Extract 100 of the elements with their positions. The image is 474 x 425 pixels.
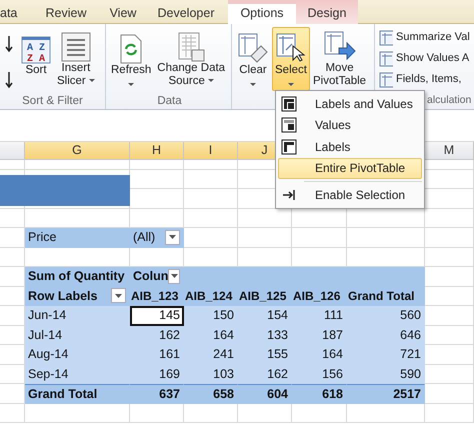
value-cell: 145 [130, 306, 184, 326]
row-label-cell: Jun-14 [25, 306, 130, 326]
value-cell: 164 [292, 345, 347, 364]
column-header-cell: AIB_125 [238, 286, 292, 306]
sheet-cell [425, 248, 474, 267]
grand-total-cell: 658 [184, 384, 238, 404]
grand-total-cell: 604 [238, 384, 292, 404]
column-header-cell: Grand Total [347, 286, 425, 306]
table-icon [379, 72, 393, 88]
column-header-cell: AIB_123 [130, 286, 184, 306]
arrow-icon [322, 30, 357, 62]
caret-icon [170, 274, 178, 278]
menu-item[interactable]: Values [278, 114, 422, 136]
caret-icon [115, 294, 122, 298]
sheet-cell [184, 404, 238, 423]
filter-dropdown-button[interactable] [168, 268, 180, 284]
sheet-cell [425, 267, 474, 286]
sheet-cell [425, 306, 474, 326]
sheet-cell [184, 170, 238, 189]
filter-value: (All) [133, 231, 156, 244]
cursor-icon [275, 32, 307, 64]
value-cell: 187 [292, 326, 347, 345]
grand-total-cell: 2517 [347, 384, 425, 404]
column-header[interactable]: G [25, 142, 130, 160]
ribbon-tab[interactable]: Review [45, 0, 87, 24]
value-cell: 156 [292, 364, 347, 384]
menu-item[interactable]: Enable Selection [278, 184, 422, 206]
move-pivottable-button[interactable]: Move PivotTable [310, 27, 370, 91]
grand-total-cell: 637 [130, 384, 184, 404]
sheet-cell [292, 228, 347, 248]
sheet-cell [425, 208, 474, 228]
row-label-cell: Sep-14 [25, 364, 130, 384]
group-label: alculation [427, 94, 472, 106]
table-icon [379, 30, 393, 46]
sheet-cell [425, 364, 474, 384]
menu-item[interactable]: Labels and Values [278, 93, 422, 114]
ribbon-tab[interactable]: Developer [156, 0, 216, 24]
sheet-cell [238, 404, 292, 423]
ribbon-button[interactable]: Summarize Val [377, 27, 472, 48]
caret-icon [169, 235, 176, 240]
refresh-button[interactable]: Refresh [108, 27, 154, 91]
eraser-icon [237, 32, 269, 64]
ribbon-tab[interactable]: View [108, 0, 138, 24]
value-cell: 590 [347, 364, 425, 384]
clear-button[interactable]: Clear [234, 27, 272, 91]
slicer-icon [60, 32, 91, 62]
sheet-cell [292, 404, 347, 423]
value-cell: 241 [184, 345, 238, 364]
group-label: Sort & Filter [22, 95, 83, 107]
ribbon-tab[interactable]: Design [296, 0, 358, 24]
value-cell: 161 [130, 345, 184, 364]
group-label: Data [157, 95, 182, 107]
sheet-cell [425, 345, 474, 364]
value-cell: 646 [347, 326, 425, 345]
value-cell: 150 [184, 306, 238, 326]
labels-layout-icon [281, 138, 297, 155]
menu-item[interactable]: Entire PivotTable [278, 158, 422, 179]
row-labels-header: Row Labels [28, 290, 98, 302]
filter-dropdown-button[interactable] [165, 230, 180, 245]
sort-icon: A Z Z A [21, 36, 51, 64]
sheet-cell [0, 404, 25, 423]
column-header-cell: AIB_126 [292, 286, 347, 306]
filter-field-label: Price [25, 228, 130, 248]
sheet-cell [425, 286, 474, 306]
sheet-cell [425, 228, 474, 248]
insert-slicer-button[interactable]: Insert Slicer [54, 27, 98, 91]
column-header [0, 142, 25, 160]
refresh-icon [119, 34, 144, 64]
change-data-source-button[interactable]: Change Data Source [154, 27, 228, 91]
value-cell: 560 [347, 306, 425, 326]
value-cell: 111 [292, 306, 347, 326]
column-header[interactable]: I [184, 142, 238, 160]
grand-total-label: Grand Total [25, 384, 130, 404]
select-button[interactable]: Select [272, 27, 310, 91]
value-cell: 169 [130, 364, 184, 384]
sheet-cell [184, 208, 238, 228]
column-header[interactable]: M [425, 142, 474, 160]
ribbon-button[interactable]: Show Values A [377, 48, 472, 69]
sheet-cell [238, 228, 292, 248]
ribbon-tab[interactable]: Options [228, 0, 296, 24]
row-label-cell: Aug-14 [25, 345, 130, 364]
sheet-cell [425, 326, 474, 345]
data-source-icon [177, 32, 206, 62]
sheet-cell [425, 384, 474, 404]
value-cell: 103 [184, 364, 238, 384]
ribbon-button[interactable]: Fields, Items, [377, 69, 464, 90]
filter-dropdown-button[interactable] [111, 288, 126, 304]
sort-button[interactable]: A Z Z A Sort [18, 27, 54, 91]
table-icon [379, 50, 393, 66]
row-label-cell: Jul-14 [25, 326, 130, 345]
value-cell: 154 [238, 306, 292, 326]
column-header-cell: AIB_124 [184, 286, 238, 306]
pivot-layout-icon [281, 96, 297, 112]
column-header[interactable]: H [130, 142, 184, 160]
value-cell: 133 [238, 326, 292, 345]
sheet-cell [130, 404, 184, 423]
ribbon-tab[interactable]: ata [0, 0, 22, 24]
value-cell: 155 [238, 345, 292, 364]
value-cell: 162 [130, 326, 184, 345]
sheet-cell [0, 208, 25, 228]
